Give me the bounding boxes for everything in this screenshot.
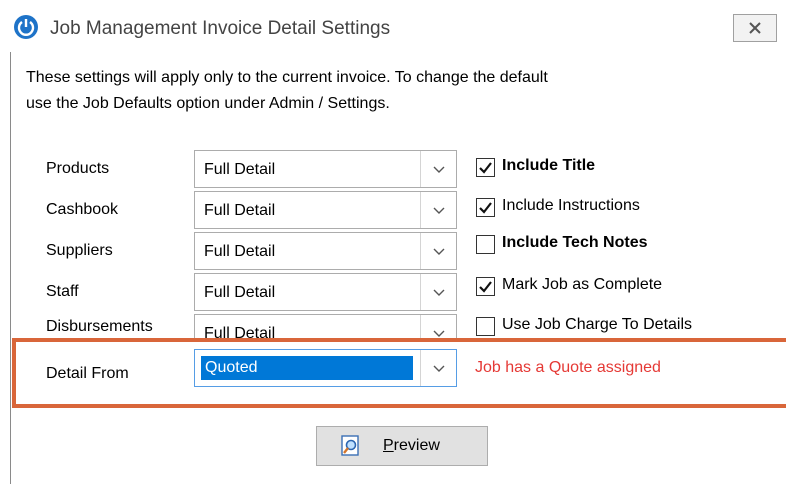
chevron-down-icon [433, 248, 445, 255]
chevron-down-icon [433, 330, 445, 337]
invoice-detail-settings-dialog: Job Management Invoice Detail Settings T… [0, 0, 786, 484]
include-instructions-label: Include Instructions [502, 197, 640, 214]
disbursements-label: Disbursements [46, 318, 153, 335]
intro-text: These settings will apply only to the cu… [26, 65, 776, 117]
products-select[interactable]: Full Detail [194, 150, 457, 188]
intro-line-2: use the Job Defaults option under Admin … [26, 95, 390, 112]
include-tech-notes-checkbox[interactable]: Include Tech Notes [476, 234, 786, 258]
annotation-highlight-box [12, 338, 786, 408]
products-dropdown-button[interactable] [420, 151, 456, 187]
preview-button[interactable]: Preview [316, 426, 488, 466]
include-tech-notes-label: Include Tech Notes [502, 234, 648, 251]
suppliers-select[interactable]: Full Detail [194, 232, 457, 270]
cashbook-select-value: Full Detail [204, 202, 276, 219]
close-button[interactable] [733, 14, 777, 42]
disbursements-row-clip: Disbursements Full Detail Use Job Charge… [0, 314, 786, 338]
intro-line-1: These settings will apply only to the cu… [26, 69, 548, 86]
include-title-label: Include Title [502, 157, 596, 174]
chevron-down-icon [433, 207, 445, 214]
checkbox-box [476, 198, 495, 217]
close-icon [749, 22, 761, 34]
staff-dropdown-button[interactable] [420, 274, 456, 310]
include-title-checkbox[interactable]: Include Title [476, 157, 786, 181]
mark-job-complete-label: Mark Job as Complete [502, 276, 663, 293]
staff-select-value: Full Detail [204, 284, 276, 301]
checkbox-box [476, 158, 495, 177]
checkmark-icon [479, 281, 492, 293]
suppliers-dropdown-button[interactable] [420, 233, 456, 269]
window-left-border [10, 52, 11, 484]
disbursements-dropdown-button[interactable] [420, 315, 456, 338]
suppliers-select-value: Full Detail [204, 243, 276, 260]
staff-label: Staff [46, 283, 79, 300]
cashbook-dropdown-button[interactable] [420, 192, 456, 228]
title-bar: Job Management Invoice Detail Settings [0, 0, 786, 52]
preview-label: Preview [383, 437, 440, 455]
checkbox-box [476, 235, 495, 254]
use-job-charge-checkbox[interactable]: Use Job Charge To Details [476, 316, 786, 338]
use-job-charge-label: Use Job Charge To Details [502, 316, 693, 333]
suppliers-label: Suppliers [46, 242, 113, 259]
checkbox-box [476, 317, 495, 336]
chevron-down-icon [433, 166, 445, 173]
preview-mnemonic: P [383, 437, 394, 454]
mark-job-complete-checkbox[interactable]: Mark Job as Complete [476, 276, 786, 300]
cashbook-label: Cashbook [46, 201, 119, 218]
include-instructions-checkbox[interactable]: Include Instructions [476, 197, 786, 221]
checkmark-icon [479, 202, 492, 214]
products-select-value: Full Detail [204, 161, 276, 178]
preview-magnifier-icon [341, 435, 359, 456]
preview-label-rest: review [393, 437, 440, 454]
window-title: Job Management Invoice Detail Settings [50, 18, 391, 39]
checkmark-icon [479, 162, 492, 174]
disbursements-select-value: Full Detail [204, 325, 276, 338]
products-label: Products [46, 160, 110, 177]
checkbox-box [476, 277, 495, 296]
staff-select[interactable]: Full Detail [194, 273, 457, 311]
cashbook-select[interactable]: Full Detail [194, 191, 457, 229]
app-power-icon [14, 15, 38, 39]
chevron-down-icon [433, 289, 445, 296]
disbursements-select[interactable]: Full Detail [194, 314, 457, 338]
